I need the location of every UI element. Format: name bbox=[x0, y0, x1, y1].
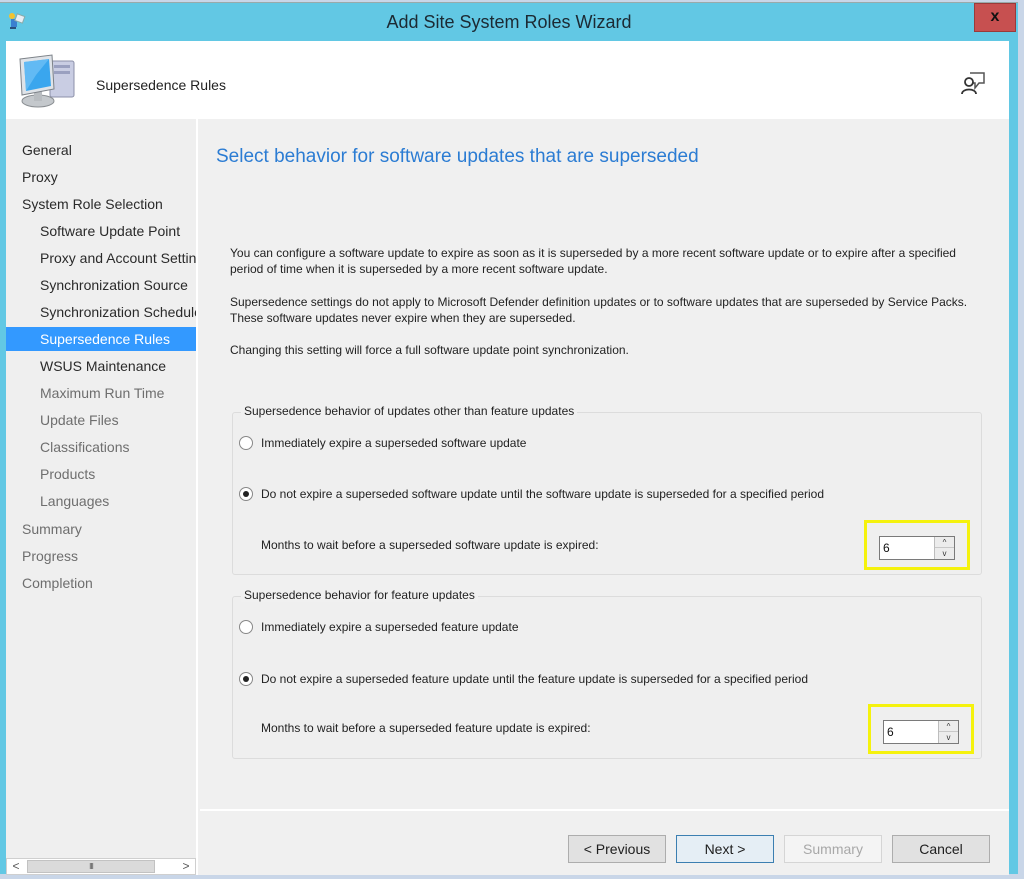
sidebar-item-summary[interactable]: Summary bbox=[6, 517, 196, 541]
group-legend: Supersedence behavior for feature update… bbox=[241, 588, 478, 602]
radio-label: Do not expire a superseded feature updat… bbox=[261, 672, 809, 686]
sidebar-item-proxy-account-settings[interactable]: Proxy and Account Settings bbox=[6, 246, 196, 270]
sidebar-item-proxy[interactable]: Proxy bbox=[6, 165, 196, 189]
sidebar-item-system-role-selection[interactable]: System Role Selection bbox=[6, 192, 196, 216]
next-button[interactable]: Next > bbox=[676, 835, 774, 863]
page-heading: Select behavior for software updates tha… bbox=[216, 146, 699, 167]
previous-button[interactable]: < Previous bbox=[568, 835, 666, 863]
months-value[interactable]: 6 bbox=[887, 725, 894, 739]
immediately-expire-software-radio[interactable]: Immediately expire a superseded software… bbox=[239, 436, 526, 450]
sidebar-item-maximum-run-time[interactable]: Maximum Run Time bbox=[6, 381, 196, 405]
wizard-content: Select behavior for software updates tha… bbox=[200, 119, 1009, 809]
sidebar-horizontal-scrollbar[interactable]: < III > bbox=[6, 858, 196, 875]
sidebar-item-wsus-maintenance[interactable]: WSUS Maintenance bbox=[6, 354, 196, 378]
radio-button[interactable] bbox=[239, 436, 253, 450]
wizard-header: Supersedence Rules bbox=[6, 41, 1009, 119]
window-title: Add Site System Roles Wizard bbox=[386, 12, 632, 32]
months-value[interactable]: 6 bbox=[883, 541, 890, 555]
sidebar-item-languages[interactable]: Languages bbox=[6, 489, 196, 513]
sidebar-item-completion[interactable]: Completion bbox=[6, 571, 196, 595]
footer-divider bbox=[200, 809, 1009, 811]
spin-up-button[interactable]: ^ bbox=[939, 721, 958, 732]
highlight-box: 6 ^ v bbox=[864, 520, 970, 570]
months-label: Months to wait before a superseded featu… bbox=[261, 721, 591, 735]
spin-up-button[interactable]: ^ bbox=[935, 537, 954, 548]
delay-expire-software-radio[interactable]: Do not expire a superseded software upda… bbox=[239, 487, 824, 501]
wizard-window: Add Site System Roles Wizard x Supersede… bbox=[0, 2, 1018, 875]
description-paragraph: You can configure a software update to e… bbox=[230, 246, 956, 276]
radio-button-selected[interactable] bbox=[239, 672, 253, 686]
sidebar-item-classifications[interactable]: Classifications bbox=[6, 435, 196, 459]
help-user-icon[interactable] bbox=[959, 69, 987, 97]
wizard-client: Supersedence Rules General Proxy System … bbox=[6, 41, 1009, 875]
radio-label: Immediately expire a superseded feature … bbox=[261, 620, 519, 634]
title-bar: Add Site System Roles Wizard x bbox=[0, 3, 1018, 41]
feature-months-spinner[interactable]: 6 ^ v bbox=[883, 720, 959, 744]
feature-updates-group: Supersedence behavior for feature update… bbox=[232, 588, 982, 759]
cancel-button[interactable]: Cancel bbox=[892, 835, 990, 863]
non-feature-updates-group: Supersedence behavior of updates other t… bbox=[232, 404, 982, 575]
software-months-spinner[interactable]: 6 ^ v bbox=[879, 536, 955, 560]
highlight-box: 6 ^ v bbox=[868, 704, 974, 754]
delay-expire-feature-radio[interactable]: Do not expire a superseded feature updat… bbox=[239, 672, 808, 686]
computer-icon bbox=[19, 54, 75, 108]
description-paragraph: Changing this setting will force a full … bbox=[230, 343, 629, 357]
description-paragraph: Supersedence settings do not apply to Mi… bbox=[230, 295, 968, 325]
page-title: Supersedence Rules bbox=[96, 77, 226, 93]
summary-button[interactable]: Summary bbox=[784, 835, 882, 863]
wizard-steps-sidebar: General Proxy System Role Selection Soft… bbox=[6, 119, 198, 875]
sidebar-item-products[interactable]: Products bbox=[6, 462, 196, 486]
sidebar-item-synchronization-schedule[interactable]: Synchronization Schedule bbox=[6, 300, 196, 324]
scrollbar-thumb[interactable]: III bbox=[27, 860, 155, 873]
radio-label: Immediately expire a superseded software… bbox=[261, 436, 527, 450]
radio-button[interactable] bbox=[239, 620, 253, 634]
radio-button-selected[interactable] bbox=[239, 487, 253, 501]
immediately-expire-feature-radio[interactable]: Immediately expire a superseded feature … bbox=[239, 620, 519, 634]
close-button[interactable]: x bbox=[974, 3, 1016, 32]
spin-down-button[interactable]: v bbox=[935, 548, 954, 559]
sidebar-item-progress[interactable]: Progress bbox=[6, 544, 196, 568]
months-label: Months to wait before a superseded softw… bbox=[261, 538, 599, 552]
sidebar-item-synchronization-source[interactable]: Synchronization Source bbox=[6, 273, 196, 297]
sidebar-item-general[interactable]: General bbox=[6, 138, 196, 162]
scroll-right-button[interactable]: > bbox=[177, 859, 195, 874]
spin-down-button[interactable]: v bbox=[939, 732, 958, 743]
sidebar-item-supersedence-rules[interactable]: Supersedence Rules bbox=[6, 327, 196, 351]
radio-label: Do not expire a superseded software upda… bbox=[261, 487, 825, 501]
scroll-left-button[interactable]: < bbox=[7, 859, 25, 874]
group-legend: Supersedence behavior of updates other t… bbox=[241, 404, 578, 418]
sidebar-item-software-update-point[interactable]: Software Update Point bbox=[6, 219, 196, 243]
sidebar-item-update-files[interactable]: Update Files bbox=[6, 408, 196, 432]
